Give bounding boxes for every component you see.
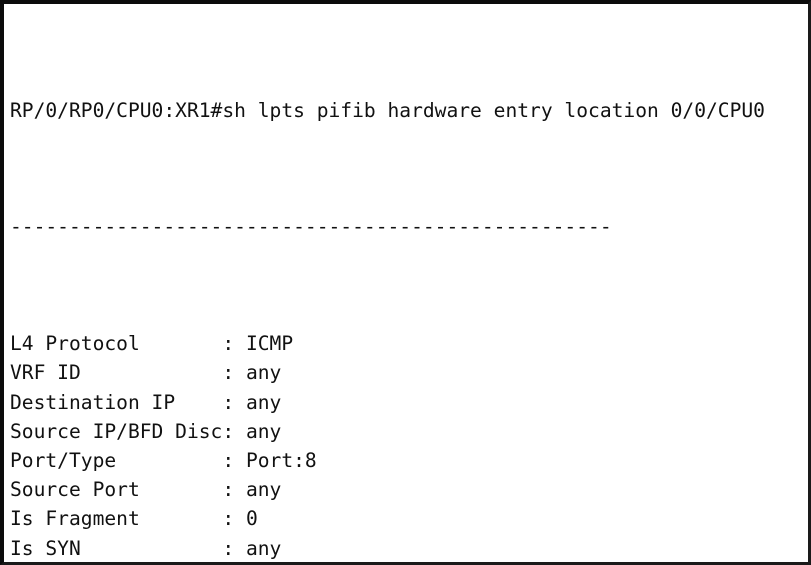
entry-field-value: any	[245, 390, 282, 414]
entry-field-colon: :	[222, 361, 246, 385]
entry-field-label: Destination IP	[10, 390, 223, 414]
entry-field-colon: :	[222, 536, 246, 560]
entry-field-label: Is SYN	[10, 536, 223, 560]
entry-field-row: L4 Protocol : ICMP	[10, 329, 808, 358]
entry-field-colon: :	[222, 507, 246, 531]
entry-field-value: any	[245, 478, 282, 502]
entry-field-label: Port/Type	[10, 448, 223, 472]
entry-field-row: Destination IP : any	[10, 388, 808, 417]
entry-field-value: Port:8	[245, 448, 317, 472]
separator-top: ----------------------------------------…	[10, 215, 612, 239]
entry-field-row: VRF ID : any	[10, 358, 808, 387]
entry-field-label: Source Port	[10, 478, 223, 502]
entry-field-label: Is Fragment	[10, 507, 223, 531]
entry-field-colon: :	[222, 478, 246, 502]
entry-field-value: any	[245, 419, 282, 443]
entry-field-colon: :	[222, 332, 246, 356]
entry-field-colon: :	[222, 419, 246, 443]
entry-field-value: any	[245, 361, 282, 385]
entry-field-row: Is SYN : any	[10, 534, 808, 562]
entry-field-label: L4 Protocol	[10, 332, 223, 356]
entry-field-label: VRF ID	[10, 361, 223, 385]
entry-field-colon: :	[222, 390, 246, 414]
entry-field-value: 0	[245, 507, 258, 531]
terminal-output[interactable]: RP/0/RP0/CPU0:XR1#sh lpts pifib hardware…	[10, 8, 808, 562]
entry-field-row: Port/Type : Port:8	[10, 446, 808, 475]
entry-field-value: ICMP	[245, 332, 294, 356]
entry-field-colon: :	[222, 448, 246, 472]
entry-field-row: Is Fragment : 0	[10, 504, 808, 533]
entry-field-label: Source IP/BFD Disc	[10, 419, 223, 443]
terminal-window: RP/0/RP0/CPU0:XR1#sh lpts pifib hardware…	[0, 0, 811, 565]
entry-field-row: Source Port : any	[10, 475, 808, 504]
command-prompt-line[interactable]: RP/0/RP0/CPU0:XR1#sh lpts pifib hardware…	[10, 96, 808, 125]
entry-field-row: Source IP/BFD Disc: any	[10, 417, 808, 446]
entry-field-value: any	[245, 536, 282, 560]
pifib-entry-fields: L4 Protocol : ICMP VRF ID : any Destinatio…	[10, 329, 808, 562]
